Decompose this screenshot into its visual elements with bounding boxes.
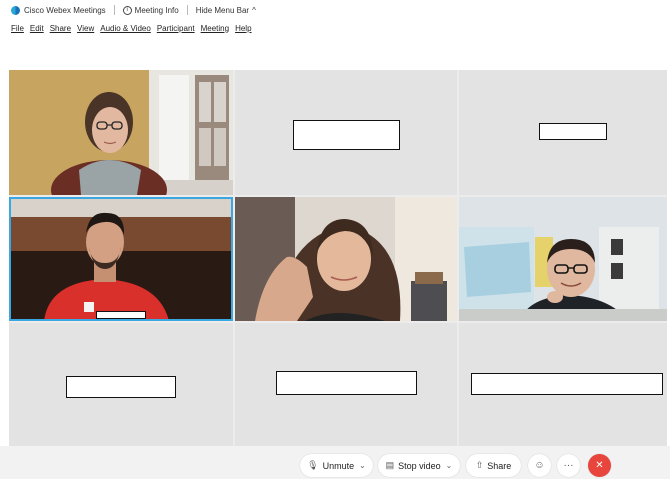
video-grid <box>9 70 667 446</box>
participant-tile-no-video[interactable] <box>235 323 457 446</box>
redacted-name-box <box>539 123 607 140</box>
redacted-name-box <box>293 120 400 150</box>
title-bar: Cisco Webex Meetings i Meeting Info Hide… <box>0 0 670 20</box>
info-icon: i <box>122 5 132 15</box>
redacted-name-box <box>276 371 417 395</box>
participant-tile-no-video[interactable] <box>235 70 457 195</box>
more-icon: ··· <box>563 460 574 471</box>
share-button[interactable]: ⇧ Share <box>466 454 521 477</box>
active-speaker-video-tile[interactable] <box>9 197 233 321</box>
more-options-button[interactable]: ··· <box>557 454 580 477</box>
meeting-info-label: Meeting Info <box>134 5 179 15</box>
meeting-info-button[interactable]: i Meeting Info <box>122 5 179 15</box>
close-icon: ✕ <box>595 460 604 471</box>
participant-video-tile[interactable] <box>9 70 233 195</box>
menu-meeting[interactable]: Meeting <box>201 24 229 33</box>
participant-tile-no-video[interactable] <box>459 323 667 446</box>
unmute-label: Unmute <box>322 460 355 471</box>
divider <box>186 5 188 15</box>
redacted-name-box <box>471 373 663 395</box>
share-icon: ⇧ <box>475 460 484 470</box>
hide-menu-bar-button[interactable]: Hide Menu Bar ^ <box>196 6 256 15</box>
participant-video <box>9 197 233 321</box>
participant-tile-no-video[interactable] <box>459 70 667 195</box>
end-meeting-button[interactable]: ✕ <box>588 454 611 477</box>
menu-audio-video[interactable]: Audio & Video <box>100 24 151 33</box>
microphone-muted-icon: 🎙︎ <box>307 460 319 470</box>
divider <box>113 5 115 15</box>
reactions-button[interactable]: ☺ <box>528 454 551 477</box>
webex-logo-icon <box>11 5 20 15</box>
menu-file[interactable]: File <box>11 24 24 33</box>
chevron-down-icon[interactable]: ⌄ <box>359 461 366 470</box>
participant-video <box>235 197 457 321</box>
participant-video-tile[interactable] <box>459 197 667 321</box>
stop-video-button[interactable]: ▤ Stop video ⌄ <box>378 454 460 477</box>
menu-view[interactable]: View <box>77 24 94 33</box>
hide-menu-bar-label: Hide Menu Bar <box>195 5 250 15</box>
stop-video-label: Stop video <box>398 460 441 471</box>
app-title: Cisco Webex Meetings <box>11 5 106 15</box>
unmute-button[interactable]: 🎙︎ Unmute ⌄ <box>300 454 373 477</box>
participant-video <box>459 197 667 321</box>
participant-video <box>9 70 233 195</box>
participant-tile-no-video[interactable] <box>9 323 233 446</box>
chevron-up-icon: ^ <box>252 5 256 15</box>
smiley-icon: ☺ <box>534 460 545 471</box>
chevron-down-icon[interactable]: ⌄ <box>446 461 453 470</box>
redacted-name-box <box>66 376 176 398</box>
app-name: Cisco Webex Meetings <box>24 5 106 15</box>
menu-bar: File Edit Share View Audio & Video Parti… <box>0 21 258 35</box>
menu-share[interactable]: Share <box>50 24 71 33</box>
participant-video-tile[interactable] <box>235 197 457 321</box>
share-label: Share <box>487 460 512 471</box>
redacted-name-box <box>96 311 146 319</box>
menu-edit[interactable]: Edit <box>30 24 44 33</box>
menu-participant[interactable]: Participant <box>157 24 195 33</box>
menu-help[interactable]: Help <box>235 24 251 33</box>
video-camera-icon: ▤ <box>385 460 395 470</box>
